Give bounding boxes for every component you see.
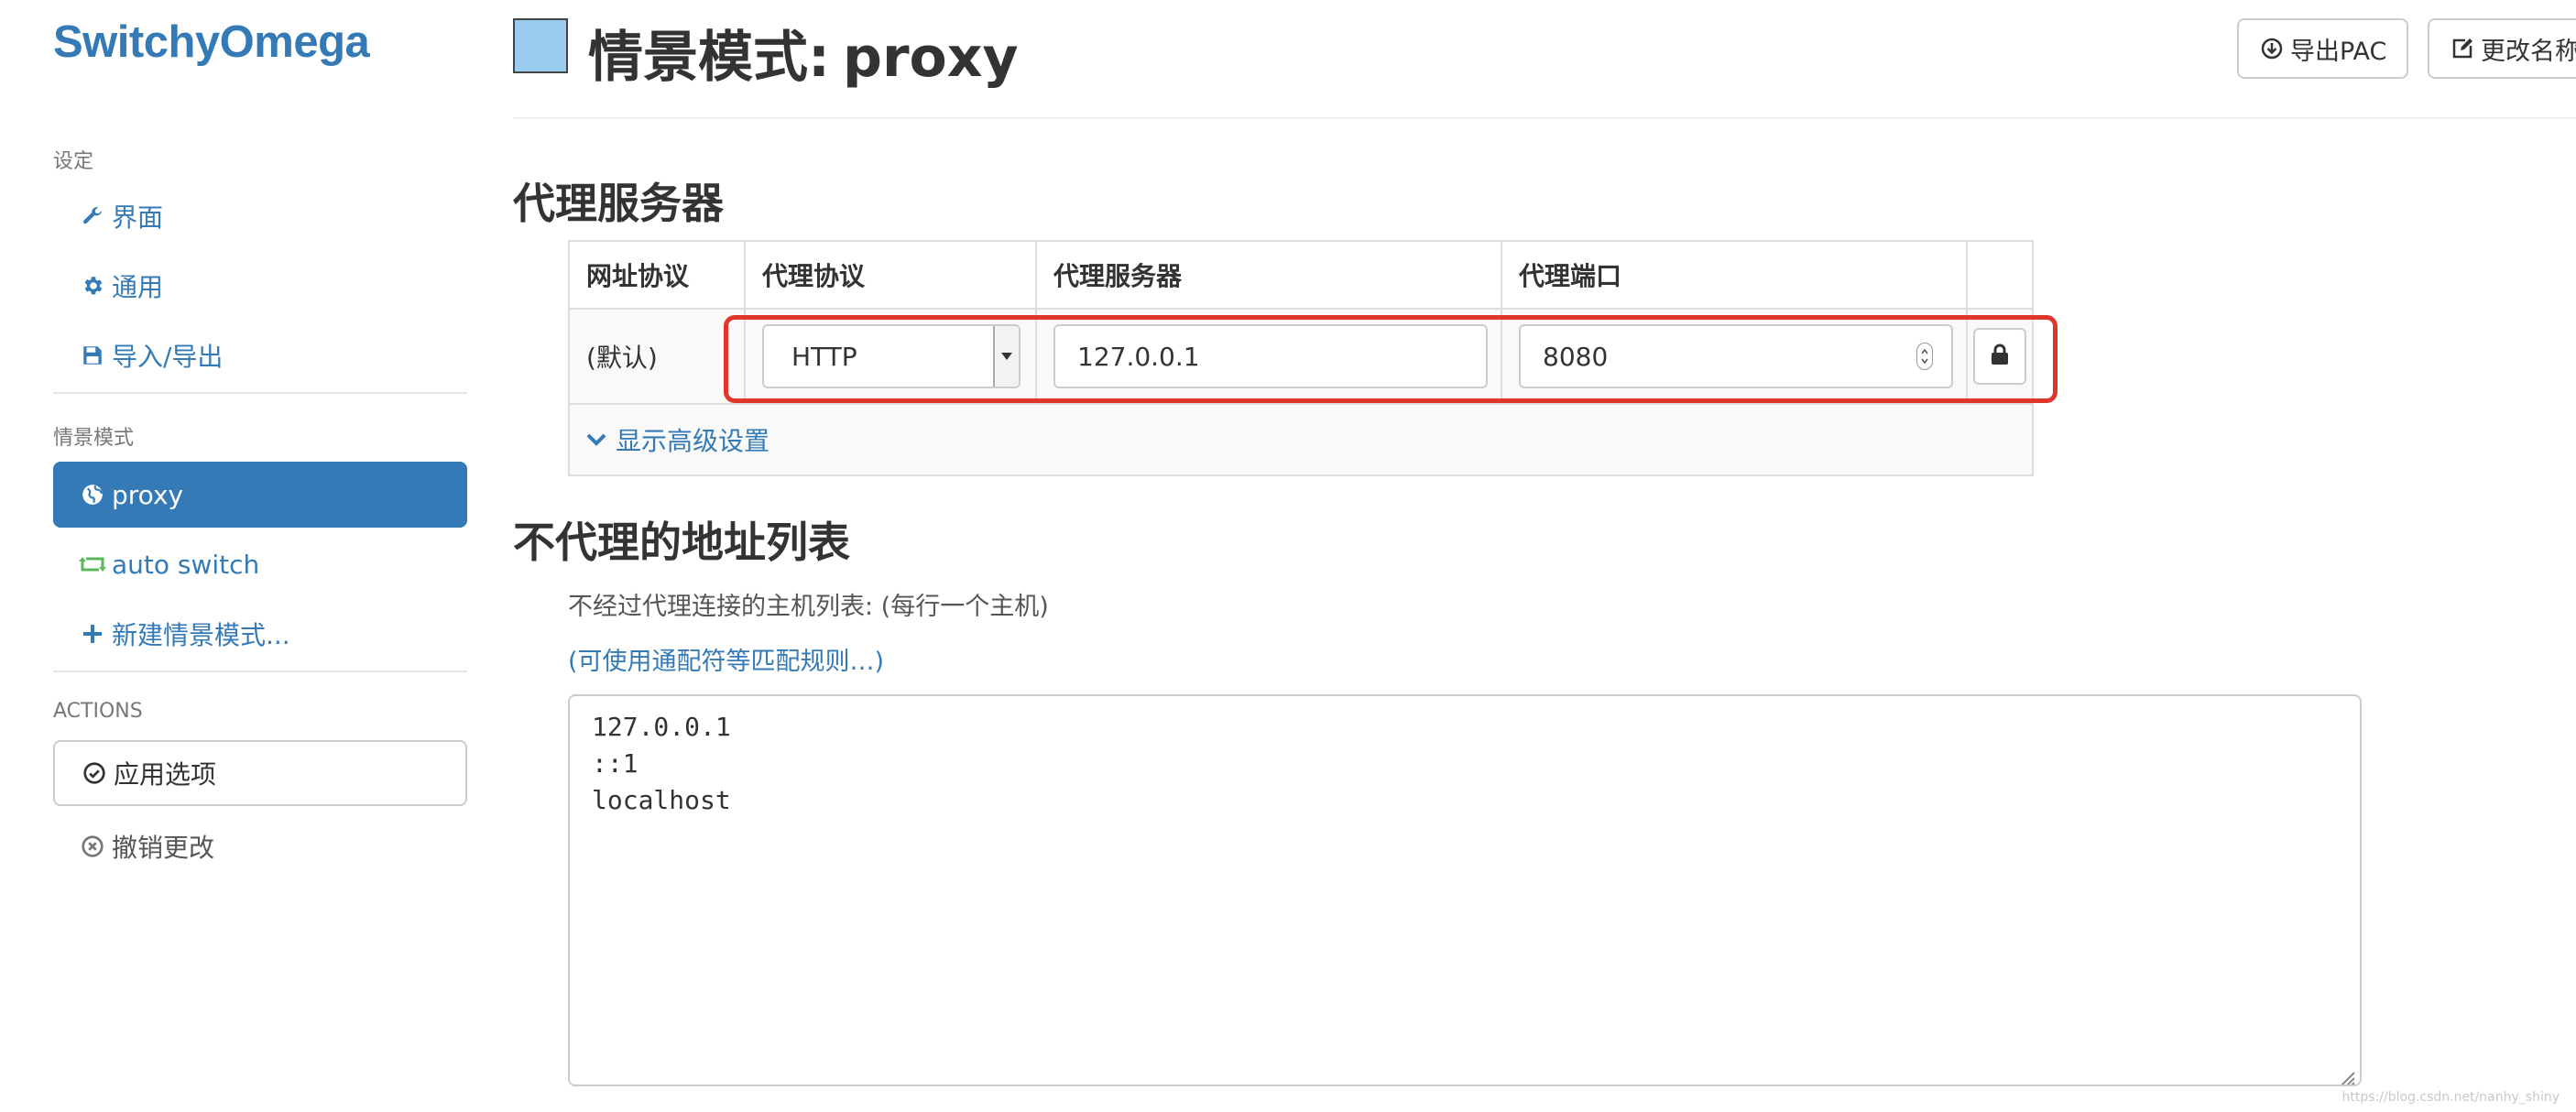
bypass-list-heading: 不代理的地址列表 (513, 518, 850, 567)
times-circle-icon (79, 833, 106, 860)
port-stepper-icon[interactable] (1916, 343, 1933, 370)
watermark: https://blog.csdn.net/nanhy_shiny (2341, 1090, 2560, 1105)
profile-name: proxy (843, 26, 1019, 90)
sidebar-divider (53, 392, 467, 394)
bypass-list-content: 127.0.0.1 ::1 localhost (592, 712, 731, 815)
proxy-servers-heading: 代理服务器 (513, 179, 724, 228)
proxy-port-value: 8080 (1543, 341, 1609, 372)
apply-options-button[interactable]: 应用选项 (53, 740, 467, 806)
sidebar-item-label: 通用 (112, 272, 164, 302)
rename-profile-button[interactable]: 更改名称 (2428, 18, 2576, 79)
actions-header: ACTIONS (53, 700, 143, 723)
settings-header: 设定 (53, 150, 94, 173)
discard-changes-button[interactable]: 撤销更改 (53, 813, 467, 879)
protocol-cell: HTTP (746, 310, 1037, 403)
sidebar: SwitchyOmega 设定 界面 通用 导入/导出 情景模式 proxy a… (0, 0, 495, 1112)
header-divider (513, 117, 2576, 119)
proxy-server-input[interactable]: 127.0.0.1 (1053, 324, 1488, 388)
auth-lock-button[interactable] (1973, 328, 2026, 385)
sidebar-item-label: 新建情景模式... (112, 620, 290, 650)
column-header-server: 代理服务器 (1037, 242, 1502, 308)
export-pac-label: 导出PAC (2290, 37, 2387, 66)
sidebar-item-label: 界面 (112, 202, 164, 233)
plus-icon (79, 620, 106, 648)
proxy-protocol-select[interactable]: HTTP (762, 324, 1021, 388)
sidebar-item-new-profile[interactable]: 新建情景模式... (53, 601, 467, 667)
server-cell: 127.0.0.1 (1037, 310, 1502, 403)
sidebar-item-general[interactable]: 通用 (53, 253, 467, 319)
sidebar-divider (53, 670, 467, 672)
sidebar-item-proxy[interactable]: proxy (53, 462, 467, 528)
bypass-list-textarea[interactable]: 127.0.0.1 ::1 localhost (568, 694, 2362, 1086)
check-circle-icon (81, 759, 108, 787)
sidebar-item-interface[interactable]: 界面 (53, 183, 467, 249)
caret-down-icon (993, 326, 1019, 387)
proxy-port-input[interactable]: 8080 (1519, 324, 1953, 388)
profiles-header: 情景模式 (53, 427, 135, 450)
resize-grip-icon[interactable] (2336, 1061, 2356, 1085)
chevron-down-icon (586, 432, 606, 447)
column-header-port: 代理端口 (1502, 242, 1968, 308)
lock-cell (1968, 310, 2032, 403)
download-icon (2259, 36, 2285, 61)
sidebar-item-auto-switch[interactable]: auto switch (53, 531, 467, 597)
profile-color-swatch[interactable] (513, 18, 568, 73)
bypass-help-text: 不经过代理连接的主机列表: (每行一个主机) (568, 593, 1049, 621)
page-title: 情景模式: proxy (588, 13, 1019, 93)
discard-changes-label: 撤销更改 (112, 833, 215, 863)
column-header-scheme: 网址协议 (570, 242, 746, 308)
table-row: (默认) HTTP 127.0.0.1 8080 (570, 310, 2032, 405)
main-content: 情景模式: proxy 导出PAC 更改名称 代理服务器 网址协议 代理协议 代理… (513, 0, 2576, 1112)
port-cell: 8080 (1502, 310, 1968, 403)
scheme-cell: (默认) (570, 310, 746, 403)
show-advanced-toggle[interactable]: 显示高级设置 (570, 405, 2032, 474)
show-advanced-label: 显示高级设置 (616, 426, 770, 456)
globe-icon (79, 481, 106, 508)
sidebar-item-label: proxy (112, 479, 184, 510)
floppy-icon (79, 342, 106, 369)
proxy-protocol-value: HTTP (791, 341, 857, 372)
retweet-icon (79, 551, 106, 578)
sidebar-item-label: auto switch (112, 549, 260, 580)
brand-logo[interactable]: SwitchyOmega (53, 16, 370, 68)
export-pac-button[interactable]: 导出PAC (2237, 18, 2409, 79)
table-header-row: 网址协议 代理协议 代理服务器 代理端口 (570, 242, 2032, 310)
column-header-lock (1968, 242, 2032, 308)
sidebar-item-label: 导入/导出 (112, 342, 224, 372)
column-header-protocol: 代理协议 (746, 242, 1037, 308)
sidebar-item-import-export[interactable]: 导入/导出 (53, 322, 467, 388)
proxy-servers-table: 网址协议 代理协议 代理服务器 代理端口 (默认) HTTP 127.0.0.1 (568, 240, 2034, 476)
page-title-prefix: 情景模式: (588, 26, 830, 90)
edit-icon (2450, 36, 2475, 61)
apply-options-label: 应用选项 (114, 759, 217, 790)
lock-icon (1990, 342, 2010, 372)
bypass-rules-help-link[interactable]: (可使用通配符等匹配规则…) (568, 641, 884, 677)
rename-profile-label: 更改名称 (2481, 37, 2576, 66)
wrench-icon (79, 202, 106, 230)
gear-icon (79, 272, 106, 300)
